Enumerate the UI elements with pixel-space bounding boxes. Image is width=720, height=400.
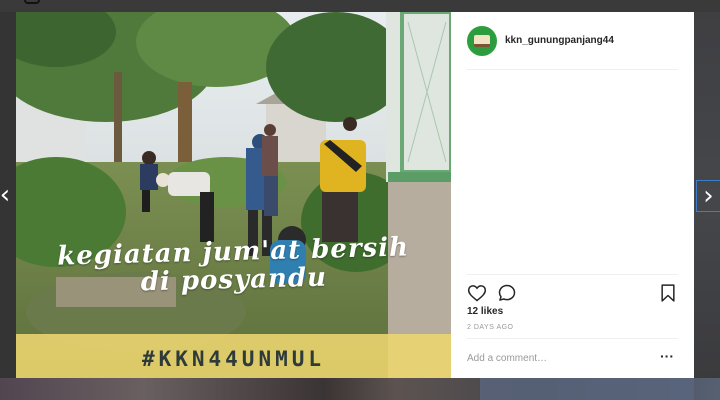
next-post-button[interactable]: › bbox=[696, 180, 720, 212]
comment-input[interactable] bbox=[467, 349, 647, 367]
bookmark-icon bbox=[661, 284, 675, 302]
post-photo: kegiatan jum'at bersih di posyandu #KKN4… bbox=[16, 12, 451, 378]
hashtag-text: #KKN44UNMUL bbox=[141, 347, 326, 371]
feed-background-bottom-right bbox=[480, 378, 694, 400]
comment-form: ··· bbox=[467, 338, 678, 378]
photo-caption: kegiatan jum'at bersih di posyandu bbox=[16, 232, 451, 299]
more-options-button[interactable]: ··· bbox=[657, 347, 677, 367]
avatar[interactable] bbox=[467, 25, 497, 56]
action-bar bbox=[467, 274, 678, 308]
background-icon bbox=[24, 0, 40, 4]
chevron-left-icon: ‹ bbox=[0, 180, 11, 210]
post-sidebar: kkn_gunungpanjang44 12 likes 2 DAYS AGO bbox=[451, 12, 694, 378]
like-button[interactable] bbox=[467, 283, 487, 303]
more-options-icon: ··· bbox=[660, 348, 674, 364]
post-timestamp: 2 DAYS AGO bbox=[467, 324, 514, 331]
comment-icon bbox=[498, 284, 516, 301]
photo-scene bbox=[16, 12, 451, 378]
likes-count[interactable]: 12 likes bbox=[467, 306, 503, 317]
comment-button[interactable] bbox=[497, 283, 517, 303]
save-button[interactable] bbox=[658, 283, 678, 303]
avatar-image bbox=[474, 34, 490, 47]
post-header: kkn_gunungpanjang44 bbox=[467, 12, 678, 70]
chevron-right-icon: › bbox=[703, 181, 714, 211]
heart-icon bbox=[467, 285, 487, 302]
feed-background-top bbox=[0, 0, 720, 12]
post-modal: kegiatan jum'at bersih di posyandu #KKN4… bbox=[16, 12, 694, 378]
username-link[interactable]: kkn_gunungpanjang44 bbox=[505, 35, 614, 46]
